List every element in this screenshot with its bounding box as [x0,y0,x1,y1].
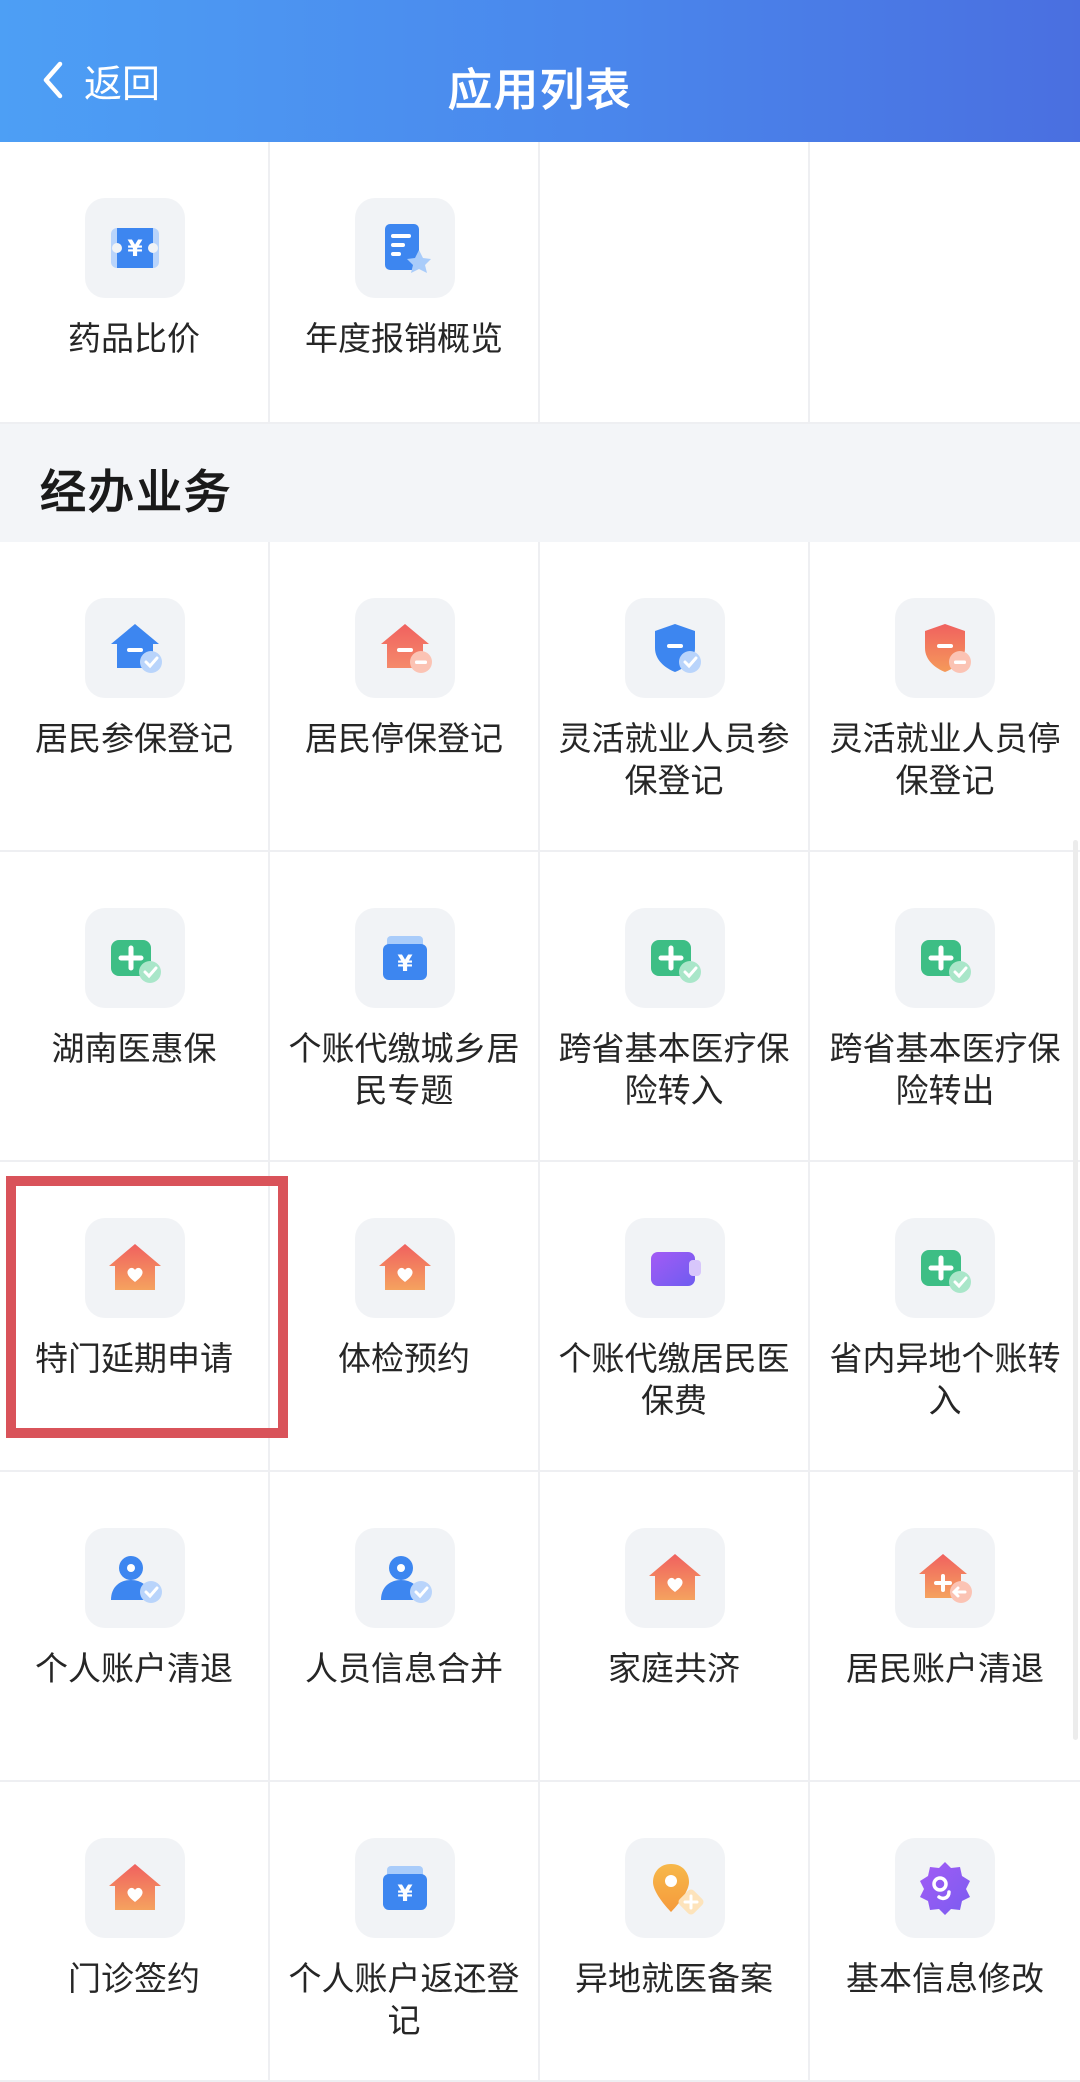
app-item-label: 跨省基本医疗保险转出 [829,1029,1061,1110]
app-item-label: 湖南医惠保 [51,1029,217,1068]
grid-row-1: 居民参保登记 居民停保登记 灵活就业人员参保登记 灵活就业人员停保登记 [0,542,1080,852]
app-item-cross-province-in[interactable]: 跨省基本医疗保险转入 [540,852,810,1162]
app-item-annual-reimbursement[interactable]: 年度报销概览 [270,142,540,424]
app-item-account-pay-resident-fee[interactable]: 个账代缴居民医保费 [540,1162,810,1472]
app-item-cross-province-out[interactable]: 跨省基本医疗保险转出 [810,852,1080,1162]
person-check-icon [355,1528,455,1628]
empty-cell [540,142,810,424]
app-item-family-mutual-aid[interactable]: 家庭共济 [540,1472,810,1782]
empty-cell [810,142,1080,424]
house-heart-icon [85,1838,185,1938]
app-item-hunan-yihuibao[interactable]: 湖南医惠保 [0,852,270,1162]
app-item-person-info-merge[interactable]: 人员信息合并 [270,1472,540,1782]
grid-row-4: 个人账户清退 人员信息合并 家庭共济 居民账户清退 [0,1472,1080,1782]
app-item-label: 居民账户清退 [846,1649,1044,1688]
app-item-label: 个人账户清退 [35,1649,233,1688]
app-header: 返回 应用列表 [0,0,1080,142]
house-heart-icon [625,1528,725,1628]
app-item-label: 人员信息合并 [305,1649,503,1688]
house-minus-icon [355,598,455,698]
location-plus-icon [625,1838,725,1938]
scrollbar[interactable] [1073,840,1078,1740]
app-item-label: 居民参保登记 [35,719,233,758]
app-item-personal-account-return[interactable]: ¥ 个人账户返还登记 [270,1782,540,2082]
house-heart-icon [85,1218,185,1318]
app-item-resident-enroll[interactable]: 居民参保登记 [0,542,270,852]
house-check-icon [85,598,185,698]
svg-text:¥: ¥ [397,952,413,977]
app-item-outpatient-signing[interactable]: 门诊签约 [0,1782,270,2082]
app-item-label: 个人账户返还登记 [288,1959,520,2040]
ticket-yuan-icon: ¥ [85,198,185,298]
svg-text:¥: ¥ [127,237,143,262]
app-item-label: 家庭共济 [608,1649,740,1688]
app-item-resident-account-refund[interactable]: 居民账户清退 [810,1472,1080,1782]
medical-plus-check-icon [85,908,185,1008]
badge-settings-icon [895,1838,995,1938]
app-item-label: 灵活就业人员停保登记 [829,719,1061,800]
app-item-label: 个账代缴居民医保费 [558,1339,790,1420]
grid-row-3: 特门延期申请 体检预约 个账代缴居民医保费 省内异地个账转入 [0,1162,1080,1472]
medical-plus-check-icon [895,908,995,1008]
app-item-resident-stop[interactable]: 居民停保登记 [270,542,540,852]
app-item-label: 药品比价 [68,319,200,358]
app-item-basic-info-edit[interactable]: 基本信息修改 [810,1782,1080,2082]
page-title: 应用列表 [448,65,632,116]
medical-plus-check-icon [625,908,725,1008]
top-row: ¥ 药品比价 年度报销概览 [0,142,1080,424]
app-item-label: 门诊签约 [68,1959,200,1998]
grid-row-2: 湖南医惠保 ¥ 个账代缴城乡居民专题 跨省基本医疗保险转入 跨省基本医疗保险转出 [0,852,1080,1162]
app-item-physical-exam-booking[interactable]: 体检预约 [270,1162,540,1472]
person-check-icon [85,1528,185,1628]
app-item-label: 特门延期申请 [35,1339,233,1378]
wallet-yuan-icon: ¥ [355,1838,455,1938]
app-item-label: 省内异地个账转入 [829,1339,1061,1420]
house-plus-arrow-icon [895,1528,995,1628]
app-item-account-pay-urban-rural[interactable]: ¥ 个账代缴城乡居民专题 [270,852,540,1162]
app-item-in-province-transfer-in[interactable]: 省内异地个账转入 [810,1162,1080,1472]
shield-minus-icon [895,598,995,698]
app-item-label: 个账代缴城乡居民专题 [288,1029,520,1110]
app-item-label: 跨省基本医疗保险转入 [558,1029,790,1110]
app-item-label: 异地就医备案 [575,1959,773,1998]
wallet-yuan-icon: ¥ [355,908,455,1008]
shield-check-icon [625,598,725,698]
app-item-remote-medical-filing[interactable]: 异地就医备案 [540,1782,810,2082]
purple-wallet-icon [625,1218,725,1318]
app-item-drug-price-compare[interactable]: ¥ 药品比价 [0,142,270,424]
app-item-label: 基本信息修改 [846,1959,1044,1998]
svg-text:¥: ¥ [397,1882,413,1907]
app-item-label: 灵活就业人员参保登记 [558,719,790,800]
app-item-special-outpatient-extension[interactable]: 特门延期申请 [0,1162,270,1472]
grid-row-5: 门诊签约 ¥ 个人账户返还登记 异地就医备案 基本信息修改 [0,1782,1080,2082]
section-title: 经办业务 [40,465,232,519]
app-item-personal-account-refund[interactable]: 个人账户清退 [0,1472,270,1782]
app-item-flexible-enroll[interactable]: 灵活就业人员参保登记 [540,542,810,852]
app-item-label: 年度报销概览 [305,319,503,358]
app-item-label: 居民停保登记 [305,719,503,758]
app-item-flexible-stop[interactable]: 灵活就业人员停保登记 [810,542,1080,852]
medical-plus-check-icon [895,1218,995,1318]
app-item-label: 体检预约 [338,1339,470,1378]
house-heart-icon [355,1218,455,1318]
document-star-icon [355,198,455,298]
section-header: 经办业务 [0,424,1080,542]
